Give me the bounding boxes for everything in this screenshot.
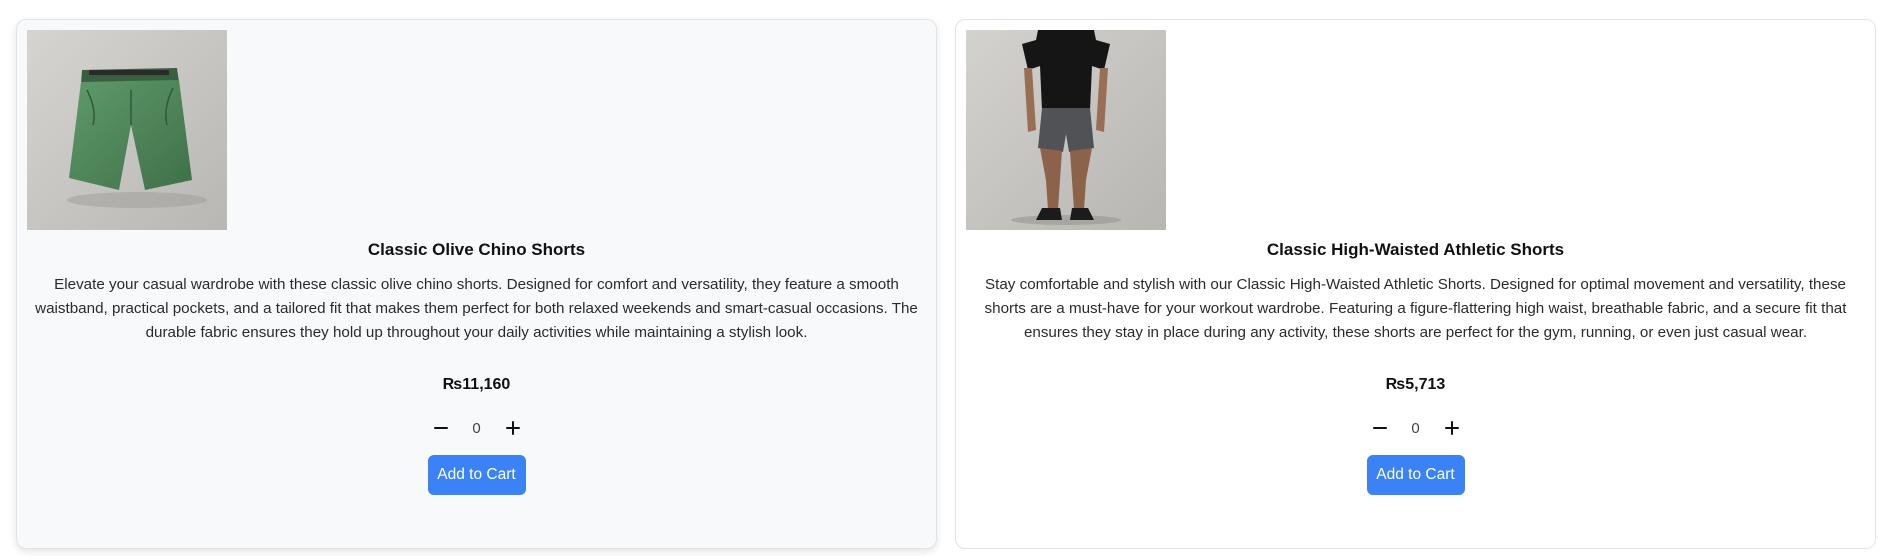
product-image[interactable] bbox=[27, 30, 227, 230]
quantity-value: 0 bbox=[472, 419, 481, 437]
product-card[interactable]: Classic Olive Chino Shorts Elevate your … bbox=[16, 19, 937, 549]
plus-icon bbox=[1444, 421, 1459, 435]
product-description: Elevate your casual wardrobe with these … bbox=[35, 276, 918, 341]
olive-chino-shorts-photo-icon bbox=[27, 30, 227, 230]
quantity-value: 0 bbox=[1411, 419, 1420, 437]
decrease-quantity-button[interactable] bbox=[428, 415, 454, 441]
minus-icon bbox=[1372, 427, 1387, 429]
quantity-stepper: 0 bbox=[27, 415, 926, 441]
product-description: Stay comfortable and stylish with our Cl… bbox=[984, 276, 1847, 341]
product-title: Classic High-Waisted Athletic Shorts bbox=[1266, 240, 1565, 259]
minus-icon bbox=[433, 427, 448, 429]
product-card[interactable]: Classic High-Waisted Athletic Shorts Sta… bbox=[955, 19, 1876, 549]
add-to-cart-button[interactable]: Add to Cart bbox=[1366, 455, 1465, 495]
increase-quantity-button[interactable] bbox=[1439, 415, 1465, 441]
plus-icon bbox=[505, 421, 520, 435]
product-title: Classic Olive Chino Shorts bbox=[367, 240, 586, 259]
decrease-quantity-button[interactable] bbox=[1367, 415, 1393, 441]
increase-quantity-button[interactable] bbox=[500, 415, 526, 441]
product-price: ₨11,160 bbox=[442, 376, 511, 393]
quantity-stepper: 0 bbox=[966, 415, 1865, 441]
product-grid: Classic Olive Chino Shorts Elevate your … bbox=[16, 19, 1876, 549]
product-price: ₨5,713 bbox=[1385, 376, 1446, 393]
product-image[interactable] bbox=[966, 30, 1166, 230]
add-to-cart-button[interactable]: Add to Cart bbox=[427, 455, 526, 495]
athletic-shorts-model-photo-icon bbox=[966, 30, 1166, 230]
